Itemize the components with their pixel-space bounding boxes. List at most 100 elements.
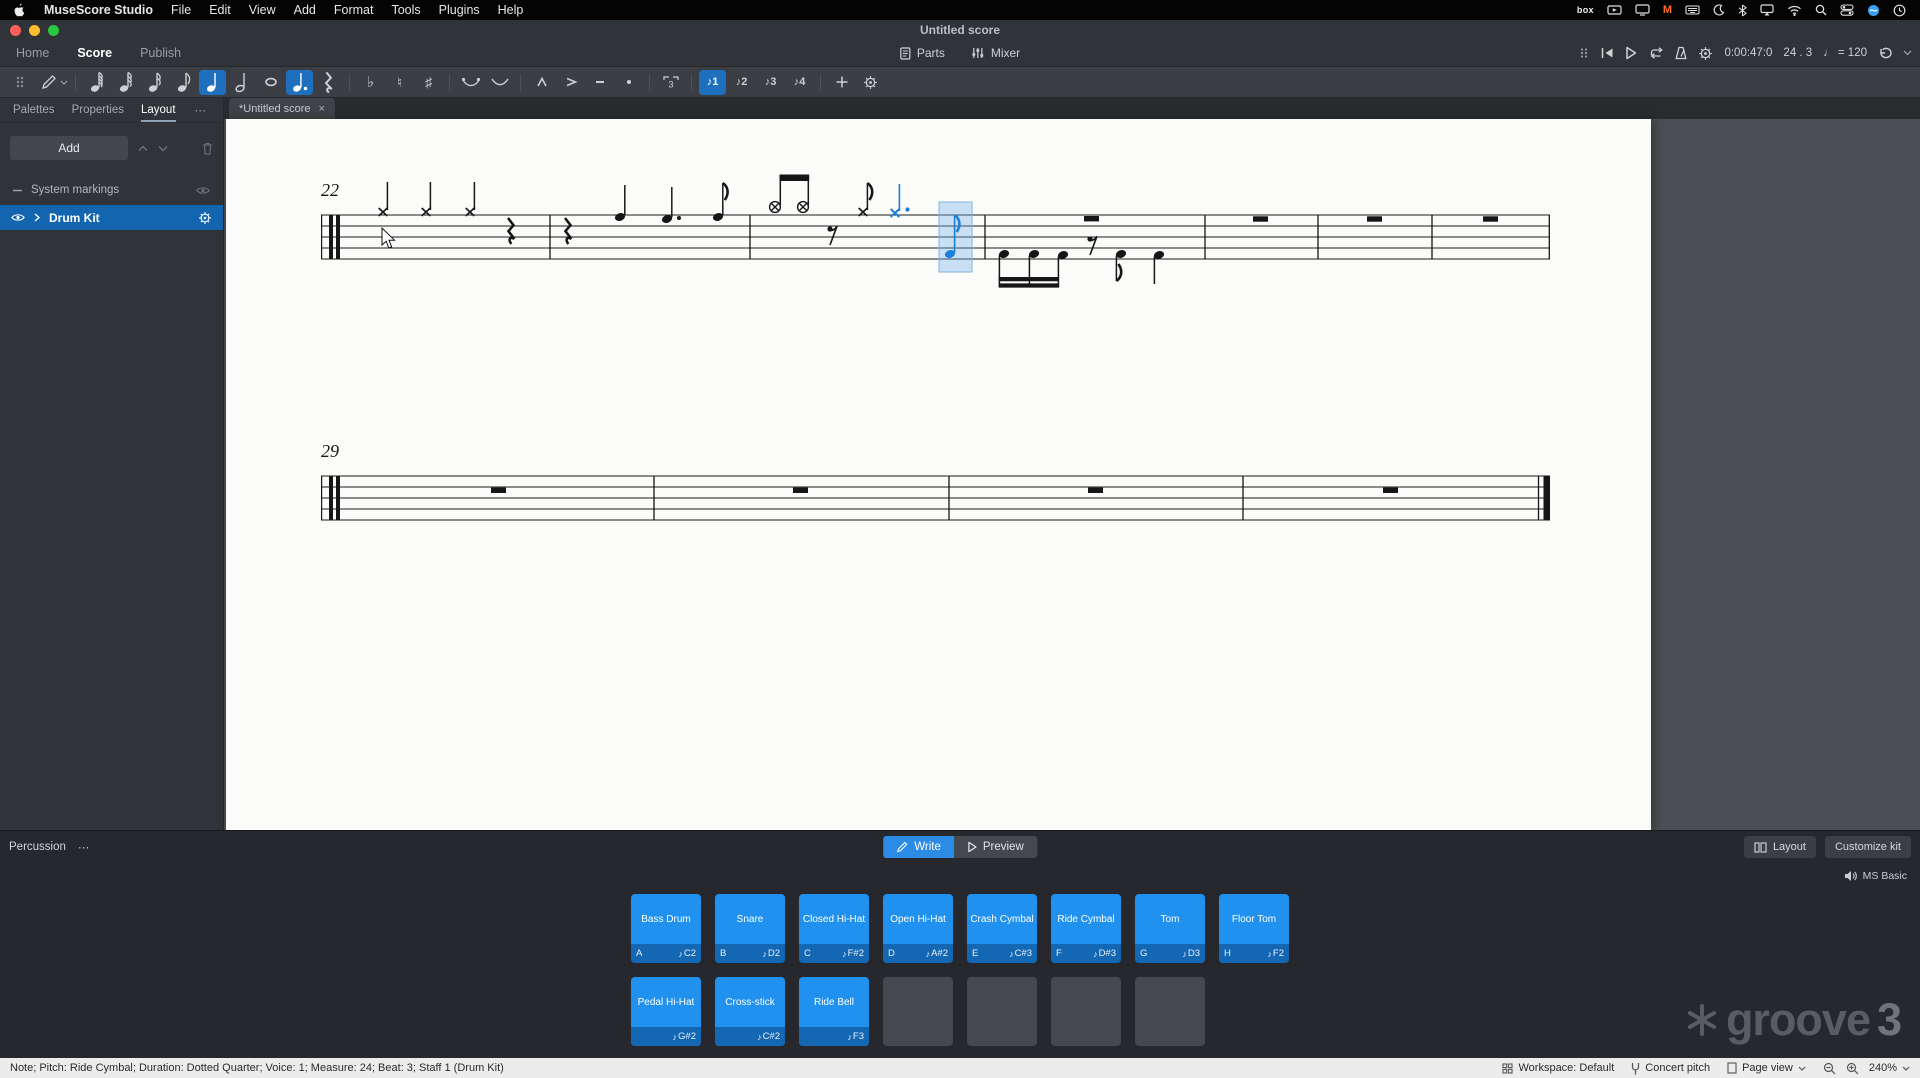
transport-more-caret-icon[interactable] xyxy=(1903,50,1912,56)
pad-pedal-hi-hat[interactable]: Pedal Hi-Hat ♪ G#2 xyxy=(631,977,701,1046)
wifi-icon[interactable] xyxy=(1787,2,1802,18)
zoom-in-icon[interactable] xyxy=(1846,1062,1859,1075)
siri-icon[interactable] xyxy=(1867,2,1880,18)
sound-selector[interactable]: MS Basic xyxy=(1844,870,1907,882)
menu-view[interactable]: View xyxy=(249,3,276,17)
system-markings-row[interactable]: System markings xyxy=(0,180,223,200)
staccato-icon[interactable] xyxy=(615,70,642,95)
eye-icon[interactable] xyxy=(11,213,25,222)
keyboard-icon[interactable] xyxy=(1685,2,1700,18)
expand-caret-icon[interactable] xyxy=(34,213,40,222)
pad-closed-hi-hat[interactable]: Closed Hi-Hat C ♪ F#2 xyxy=(799,894,869,963)
voice-2-button[interactable]: ♪2 xyxy=(728,70,755,95)
duration-eighth-button[interactable] xyxy=(170,70,197,95)
empty-pad[interactable] xyxy=(1051,977,1121,1046)
percussion-menu-icon[interactable]: ⋯ xyxy=(78,840,91,854)
toolbar-drag-handle[interactable] xyxy=(6,70,33,95)
tenuto-icon[interactable] xyxy=(586,70,613,95)
zoom-level-selector[interactable]: 240% xyxy=(1869,1062,1910,1074)
mixer-button[interactable]: Mixer xyxy=(971,46,1020,60)
clock-icon[interactable] xyxy=(1893,2,1906,18)
pad-snare[interactable]: Snare B ♪ D2 xyxy=(715,894,785,963)
note-input-pencil-icon[interactable] xyxy=(35,70,62,95)
moon-icon[interactable] xyxy=(1713,2,1725,18)
slur-icon[interactable] xyxy=(486,70,513,95)
natural-icon[interactable]: ♮ xyxy=(386,70,413,95)
workspace-selector[interactable]: Workspace: Default xyxy=(1502,1062,1614,1074)
pad-floor-tom[interactable]: Floor Tom H ♪ F2 xyxy=(1219,894,1289,963)
tab-score[interactable]: Score xyxy=(77,46,112,60)
tempo-display[interactable]: ♩ = 120 xyxy=(1823,47,1867,59)
box-logo-icon[interactable]: box xyxy=(1577,2,1594,18)
view-mode-selector[interactable]: Page view xyxy=(1727,1062,1806,1074)
menu-plugins[interactable]: Plugins xyxy=(439,3,480,17)
collapse-minus-icon[interactable] xyxy=(13,189,22,192)
spotlight-icon[interactable] xyxy=(1815,2,1827,18)
add-button[interactable]: Add xyxy=(10,136,128,160)
score-notation[interactable]: 22 29 xyxy=(226,119,1651,830)
rewind-button[interactable] xyxy=(1600,47,1614,59)
duration-64th-button[interactable] xyxy=(83,70,110,95)
menu-file[interactable]: File xyxy=(171,3,191,17)
voice-1-button[interactable]: ♪1 xyxy=(699,69,726,95)
zoom-out-icon[interactable] xyxy=(1823,1062,1836,1075)
pad-open-hi-hat[interactable]: Open Hi-Hat D ♪ A#2 xyxy=(883,894,953,963)
add-palette-plus-icon[interactable] xyxy=(828,70,855,95)
duration-32nd-button[interactable] xyxy=(112,70,139,95)
move-up-icon[interactable] xyxy=(138,145,148,152)
menu-tools[interactable]: Tools xyxy=(391,3,420,17)
pad-bass-drum[interactable]: Bass Drum A ♪ C2 xyxy=(631,894,701,963)
menu-help[interactable]: Help xyxy=(498,3,524,17)
tab-publish[interactable]: Publish xyxy=(140,46,181,60)
panel-tab-palettes[interactable]: Palettes xyxy=(13,98,55,122)
control-center-icon[interactable] xyxy=(1840,2,1854,18)
voice-4-button[interactable]: ♪4 xyxy=(786,70,813,95)
loop-playback-button[interactable] xyxy=(1648,47,1664,59)
concert-pitch-toggle[interactable]: Concert pitch xyxy=(1631,1062,1710,1075)
rest-button[interactable] xyxy=(315,70,342,95)
play-button[interactable] xyxy=(1625,46,1637,60)
pad-cross-stick[interactable]: Cross-stick ♪ C#2 xyxy=(715,977,785,1046)
move-down-icon[interactable] xyxy=(158,145,168,152)
tie-icon[interactable] xyxy=(457,70,484,95)
pad-ride-bell[interactable]: Ride Bell ♪ F3 xyxy=(799,977,869,1046)
customize-kit-button[interactable]: Customize kit xyxy=(1824,836,1911,858)
menu-edit[interactable]: Edit xyxy=(209,3,231,17)
toolbar-customize-gear-icon[interactable] xyxy=(857,70,884,95)
menu-format[interactable]: Format xyxy=(334,3,374,17)
flat-icon[interactable]: ♭ xyxy=(357,70,384,95)
panel-layout-button[interactable]: Layout xyxy=(1743,836,1816,858)
pad-ride-cymbal[interactable]: Ride Cymbal F ♪ D#3 xyxy=(1051,894,1121,963)
duration-whole-button[interactable] xyxy=(257,70,284,95)
undo-icon[interactable] xyxy=(1878,47,1892,60)
duration-16th-button[interactable] xyxy=(141,70,168,95)
marcato-icon[interactable] xyxy=(528,70,555,95)
empty-pad[interactable] xyxy=(967,977,1037,1046)
note-input-mode-caret-icon[interactable] xyxy=(60,80,68,85)
close-tab-icon[interactable]: × xyxy=(319,103,325,115)
m-app-icon[interactable]: M xyxy=(1663,2,1672,18)
write-mode-button[interactable]: Write xyxy=(883,836,954,858)
menu-app-name[interactable]: MuseScore Studio xyxy=(44,3,153,17)
duration-quarter-button[interactable] xyxy=(199,69,226,95)
panel-tabs-more-icon[interactable]: ⋯ xyxy=(195,103,208,117)
score-page[interactable]: 22 29 xyxy=(226,119,1651,830)
sharp-icon[interactable]: ♯ xyxy=(415,70,442,95)
delete-icon[interactable] xyxy=(202,142,213,155)
tab-home[interactable]: Home xyxy=(16,46,49,60)
document-tab[interactable]: *Untitled score × xyxy=(229,98,335,119)
pad-crash-cymbal[interactable]: Crash Cymbal E ♪ C#3 xyxy=(967,894,1037,963)
augmentation-dot-button[interactable] xyxy=(286,69,313,95)
panel-tab-properties[interactable]: Properties xyxy=(72,98,124,122)
tuplet-icon[interactable]: 3 xyxy=(657,70,684,95)
screen-mirror-icon[interactable] xyxy=(1607,2,1622,18)
pad-tom[interactable]: Tom G ♪ D3 xyxy=(1135,894,1205,963)
bluetooth-icon[interactable] xyxy=(1738,2,1747,18)
accent-icon[interactable] xyxy=(557,70,584,95)
empty-pad[interactable] xyxy=(883,977,953,1046)
preview-mode-button[interactable]: Preview xyxy=(953,836,1037,858)
voice-3-button[interactable]: ♪3 xyxy=(757,70,784,95)
selected-note-ride-cymbal[interactable] xyxy=(889,184,910,218)
display-icon[interactable] xyxy=(1635,2,1650,18)
parts-button[interactable]: Parts xyxy=(900,46,945,60)
